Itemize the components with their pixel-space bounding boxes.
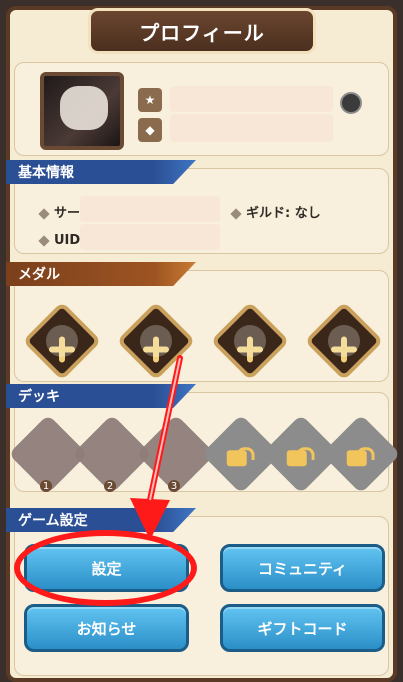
annotation-arrow [130,355,183,540]
